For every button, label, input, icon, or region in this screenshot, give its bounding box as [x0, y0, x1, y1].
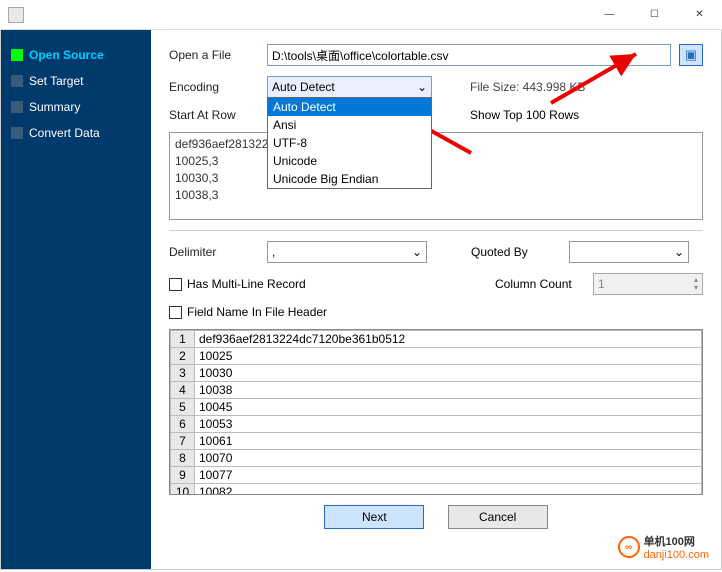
row-value: def936aef2813224dc7120be361b0512 — [195, 331, 702, 348]
step-set-target[interactable]: Set Target — [1, 68, 151, 94]
encoding-option[interactable]: UTF-8 — [268, 134, 431, 152]
encoding-selected: Auto Detect — [272, 80, 335, 94]
chevron-down-icon: ⌄ — [412, 245, 422, 259]
colcount-label: Column Count — [495, 277, 585, 291]
minimize-button[interactable]: — — [587, 0, 632, 30]
step-label: Summary — [29, 100, 80, 114]
multiline-label: Has Multi-Line Record — [187, 277, 306, 291]
row-value: 10061 — [195, 433, 702, 450]
row-number: 2 — [171, 348, 195, 365]
wizard-sidebar: Open Source Set Target Summary Convert D… — [1, 30, 151, 569]
quoted-dropdown[interactable]: ⌄ — [569, 241, 689, 263]
row-value: 10082 — [195, 484, 702, 496]
row-value: 10053 — [195, 416, 702, 433]
delimiter-label: Delimiter — [169, 245, 259, 259]
row-number: 4 — [171, 382, 195, 399]
maximize-button[interactable]: ☐ — [632, 0, 677, 30]
table-row[interactable]: 210025 — [171, 348, 702, 365]
close-button[interactable]: ✕ — [677, 0, 722, 30]
checkbox-icon — [169, 306, 182, 319]
encoding-option[interactable]: Unicode Big Endian — [268, 170, 431, 188]
show-top-label: Show Top 100 Rows — [470, 108, 579, 122]
delimiter-value: , — [272, 245, 275, 259]
header-checkbox[interactable]: Field Name In File Header — [169, 305, 327, 319]
row-value: 10070 — [195, 450, 702, 467]
row-number: 7 — [171, 433, 195, 450]
row-value: 10030 — [195, 365, 702, 382]
row-value: 10038 — [195, 382, 702, 399]
watermark-url: danji100.com — [644, 549, 709, 561]
encoding-dropdown-list: Auto Detect Ansi UTF-8 Unicode Unicode B… — [267, 97, 432, 189]
chevron-down-icon: ⌄ — [417, 80, 427, 94]
row-number: 10 — [171, 484, 195, 496]
step-label: Set Target — [29, 74, 83, 88]
titlebar: — ☐ ✕ — [0, 0, 722, 30]
start-row-label: Start At Row — [169, 108, 259, 122]
preview-line: def936aef2813224dc7120be361b0512 — [175, 136, 697, 153]
encoding-option[interactable]: Unicode — [268, 152, 431, 170]
multiline-checkbox[interactable]: Has Multi-Line Record — [169, 277, 306, 291]
watermark-cn: 单机100网 — [644, 533, 709, 549]
row-number: 9 — [171, 467, 195, 484]
encoding-dropdown[interactable]: Auto Detect ⌄ Auto Detect Ansi UTF-8 Uni… — [267, 76, 432, 98]
table-row[interactable]: 810070 — [171, 450, 702, 467]
preview-line: 10025,3 — [175, 153, 697, 170]
delimiter-dropdown[interactable]: , ⌄ — [267, 241, 427, 263]
table-row[interactable]: 1010082 — [171, 484, 702, 496]
row-value: 10025 — [195, 348, 702, 365]
table-row[interactable]: 1def936aef2813224dc7120be361b0512 — [171, 331, 702, 348]
preview-line: 10038,3 — [175, 187, 697, 204]
step-indicator-icon — [11, 127, 23, 139]
row-number: 3 — [171, 365, 195, 382]
quoted-label: Quoted By — [471, 245, 561, 259]
encoding-label: Encoding — [169, 80, 259, 94]
header-label: Field Name In File Header — [187, 305, 327, 319]
preview-line: 10030,3 — [175, 170, 697, 187]
table-row[interactable]: 610053 — [171, 416, 702, 433]
chevron-down-icon: ⌄ — [674, 245, 684, 259]
row-value: 10045 — [195, 399, 702, 416]
row-number: 8 — [171, 450, 195, 467]
row-number: 6 — [171, 416, 195, 433]
open-file-label: Open a File — [169, 48, 259, 62]
table-row[interactable]: 310030 — [171, 365, 702, 382]
watermark: ∞ 单机100网 danji100.com — [618, 533, 709, 561]
next-button[interactable]: Next — [324, 505, 424, 529]
step-indicator-icon — [11, 75, 23, 87]
folder-icon: ▣ — [685, 47, 697, 63]
main-panel: Open a File ▣ Encoding Auto Detect ⌄ Aut… — [151, 30, 721, 569]
browse-button[interactable]: ▣ — [679, 44, 703, 66]
table-row[interactable]: 510045 — [171, 399, 702, 416]
cancel-button[interactable]: Cancel — [448, 505, 548, 529]
row-value: 10077 — [195, 467, 702, 484]
step-indicator-icon — [11, 49, 23, 61]
table-row[interactable]: 910077 — [171, 467, 702, 484]
colcount-spinner[interactable]: 1 ▴▾ — [593, 273, 703, 295]
row-number: 5 — [171, 399, 195, 416]
file-size-text: File Size: 443.998 KB — [470, 80, 585, 94]
table-row[interactable]: 410038 — [171, 382, 702, 399]
spinner-arrows-icon: ▴▾ — [694, 276, 698, 292]
step-label: Open Source — [29, 48, 104, 62]
step-summary[interactable]: Summary — [1, 94, 151, 120]
data-grid[interactable]: 1def936aef2813224dc7120be361b05122100253… — [169, 329, 703, 495]
row-number: 1 — [171, 331, 195, 348]
app-icon — [8, 7, 24, 23]
table-row[interactable]: 710061 — [171, 433, 702, 450]
encoding-option[interactable]: Ansi — [268, 116, 431, 134]
step-indicator-icon — [11, 101, 23, 113]
file-path-input[interactable] — [267, 44, 671, 66]
step-label: Convert Data — [29, 126, 100, 140]
preview-textarea[interactable]: def936aef2813224dc7120be361b0512 10025,3… — [169, 132, 703, 220]
colcount-value: 1 — [598, 277, 605, 291]
checkbox-icon — [169, 278, 182, 291]
encoding-option[interactable]: Auto Detect — [268, 98, 431, 116]
watermark-logo-icon: ∞ — [618, 536, 640, 558]
step-open-source[interactable]: Open Source — [1, 42, 151, 68]
step-convert-data[interactable]: Convert Data — [1, 120, 151, 146]
